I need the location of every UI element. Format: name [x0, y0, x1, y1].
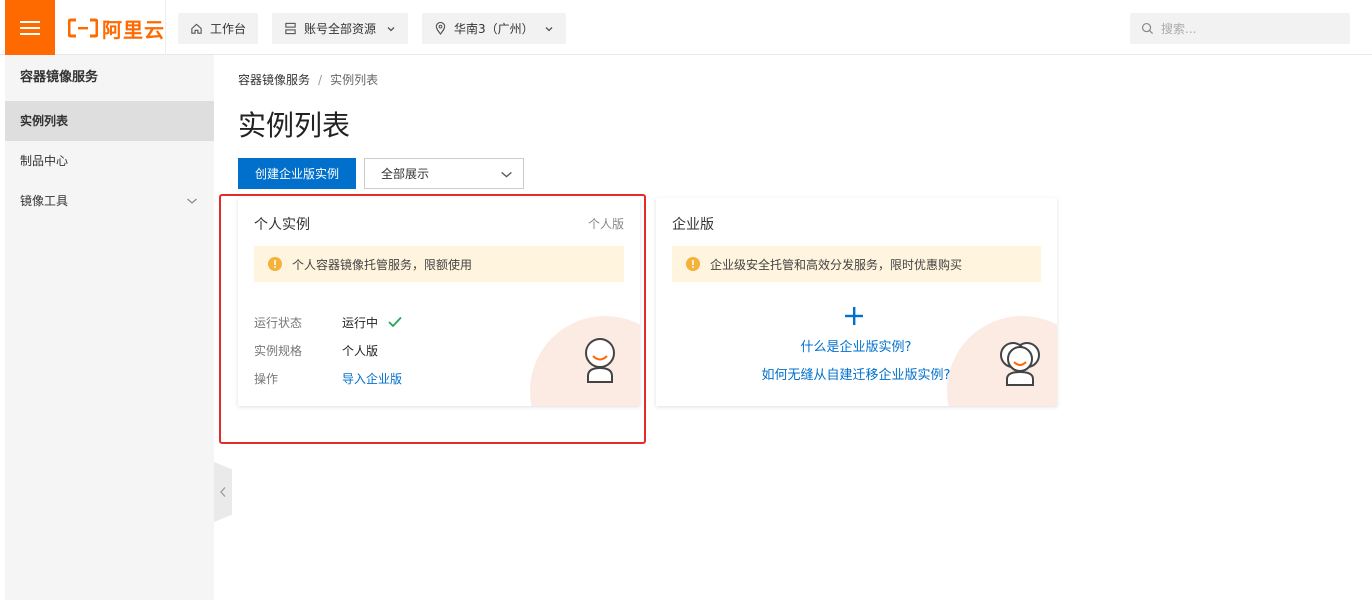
- sidebar-title: 容器镜像服务: [20, 70, 99, 85]
- person-avatar-icon: [585, 338, 615, 383]
- status-key: 运行状态: [254, 316, 303, 330]
- resources-label: 账号全部资源: [304, 22, 377, 36]
- card-title: 个人实例: [254, 217, 310, 233]
- region-label: 华南3（广州）: [454, 22, 534, 36]
- add-icon[interactable]: [844, 306, 864, 326]
- sidebar-item-artifact-center[interactable]: 制品中心: [5, 141, 214, 181]
- global-search: [1130, 13, 1350, 44]
- resources-dropdown[interactable]: 账号全部资源: [272, 13, 409, 44]
- breadcrumb-separator: /: [318, 73, 323, 87]
- chevron-left-icon: [220, 487, 226, 497]
- edition-tag: 个人版: [587, 217, 624, 231]
- check-icon: [388, 316, 402, 328]
- search-icon: [1141, 22, 1154, 35]
- menu-icon: [20, 20, 40, 35]
- notice-text: 个人容器镜像托管服务，限额使用: [292, 257, 473, 272]
- workbench-button[interactable]: 工作台: [178, 13, 259, 44]
- logo-text: 阿里云: [102, 17, 165, 42]
- warning-icon: [686, 257, 700, 271]
- breadcrumb-root-link[interactable]: 容器镜像服务: [238, 73, 310, 87]
- sidebar-item-label: 实例列表: [20, 114, 69, 128]
- spec-value: 个人版: [342, 344, 379, 358]
- create-enterprise-instance-button[interactable]: 创建企业版实例: [238, 158, 356, 189]
- chevron-down-icon: [545, 26, 553, 31]
- sidebar-item-image-tools[interactable]: 镜像工具: [5, 181, 214, 221]
- aliyun-logo-icon: [68, 18, 98, 38]
- sidebar-item-label: 镜像工具: [20, 194, 69, 208]
- divider: [165, 0, 166, 55]
- personal-instance-card[interactable]: 个人实例 个人版 个人容器镜像托管服务，限额使用 运行状态 运行中 实例规格 个人版…: [238, 198, 640, 406]
- page-title: 实例列表: [238, 109, 351, 142]
- location-pin-icon: [435, 22, 446, 35]
- sidebar-item-label: 制品中心: [20, 154, 69, 168]
- top-navbar: 阿里云 工作台 账号全部资源 华南3（广州）: [0, 0, 1372, 55]
- warning-icon: [268, 257, 282, 271]
- import-enterprise-link[interactable]: 导入企业版: [342, 372, 402, 386]
- hamburger-menu-button[interactable]: [5, 0, 55, 55]
- sidebar-item-instance-list[interactable]: 实例列表: [5, 101, 214, 141]
- sidebar-collapse-handle[interactable]: [214, 462, 232, 522]
- action-row: 操作 导入企业版: [254, 370, 402, 387]
- breadcrumb-current: 实例列表: [330, 73, 379, 87]
- search-input[interactable]: [1161, 21, 1341, 36]
- aliyun-logo[interactable]: 阿里云: [68, 14, 165, 42]
- sidebar: 容器镜像服务 实例列表 制品中心 镜像工具: [5, 55, 214, 600]
- region-dropdown[interactable]: 华南3（广州）: [422, 13, 566, 44]
- enterprise-edition-card[interactable]: 企业版 企业级安全托管和高效分发服务，限时优惠购买 什么是企业版实例? 如何无缝…: [656, 198, 1057, 406]
- home-icon: [191, 23, 202, 34]
- notice-banner: 个人容器镜像托管服务，限额使用: [254, 246, 624, 282]
- status-row: 运行状态 运行中: [254, 314, 402, 331]
- spec-key: 实例规格: [254, 344, 303, 358]
- filter-select[interactable]: 全部展示: [364, 158, 524, 189]
- chevron-down-icon: [187, 198, 197, 204]
- server-icon: [285, 22, 296, 35]
- status-value: 运行中: [342, 316, 379, 330]
- card-title: 企业版: [672, 217, 714, 233]
- chevron-down-icon: [387, 26, 395, 31]
- action-key: 操作: [254, 372, 279, 386]
- breadcrumb: 容器镜像服务 / 实例列表: [238, 71, 378, 88]
- notice-banner: 企业级安全托管和高效分发服务，限时优惠购买: [672, 246, 1041, 282]
- spec-row: 实例规格 个人版: [254, 342, 378, 359]
- filter-select-value: 全部展示: [381, 167, 430, 181]
- notice-text: 企业级安全托管和高效分发服务，限时优惠购买: [710, 257, 963, 272]
- workbench-label: 工作台: [210, 22, 247, 36]
- chevron-down-icon: [501, 171, 512, 178]
- team-avatar-icon: [1000, 342, 1040, 386]
